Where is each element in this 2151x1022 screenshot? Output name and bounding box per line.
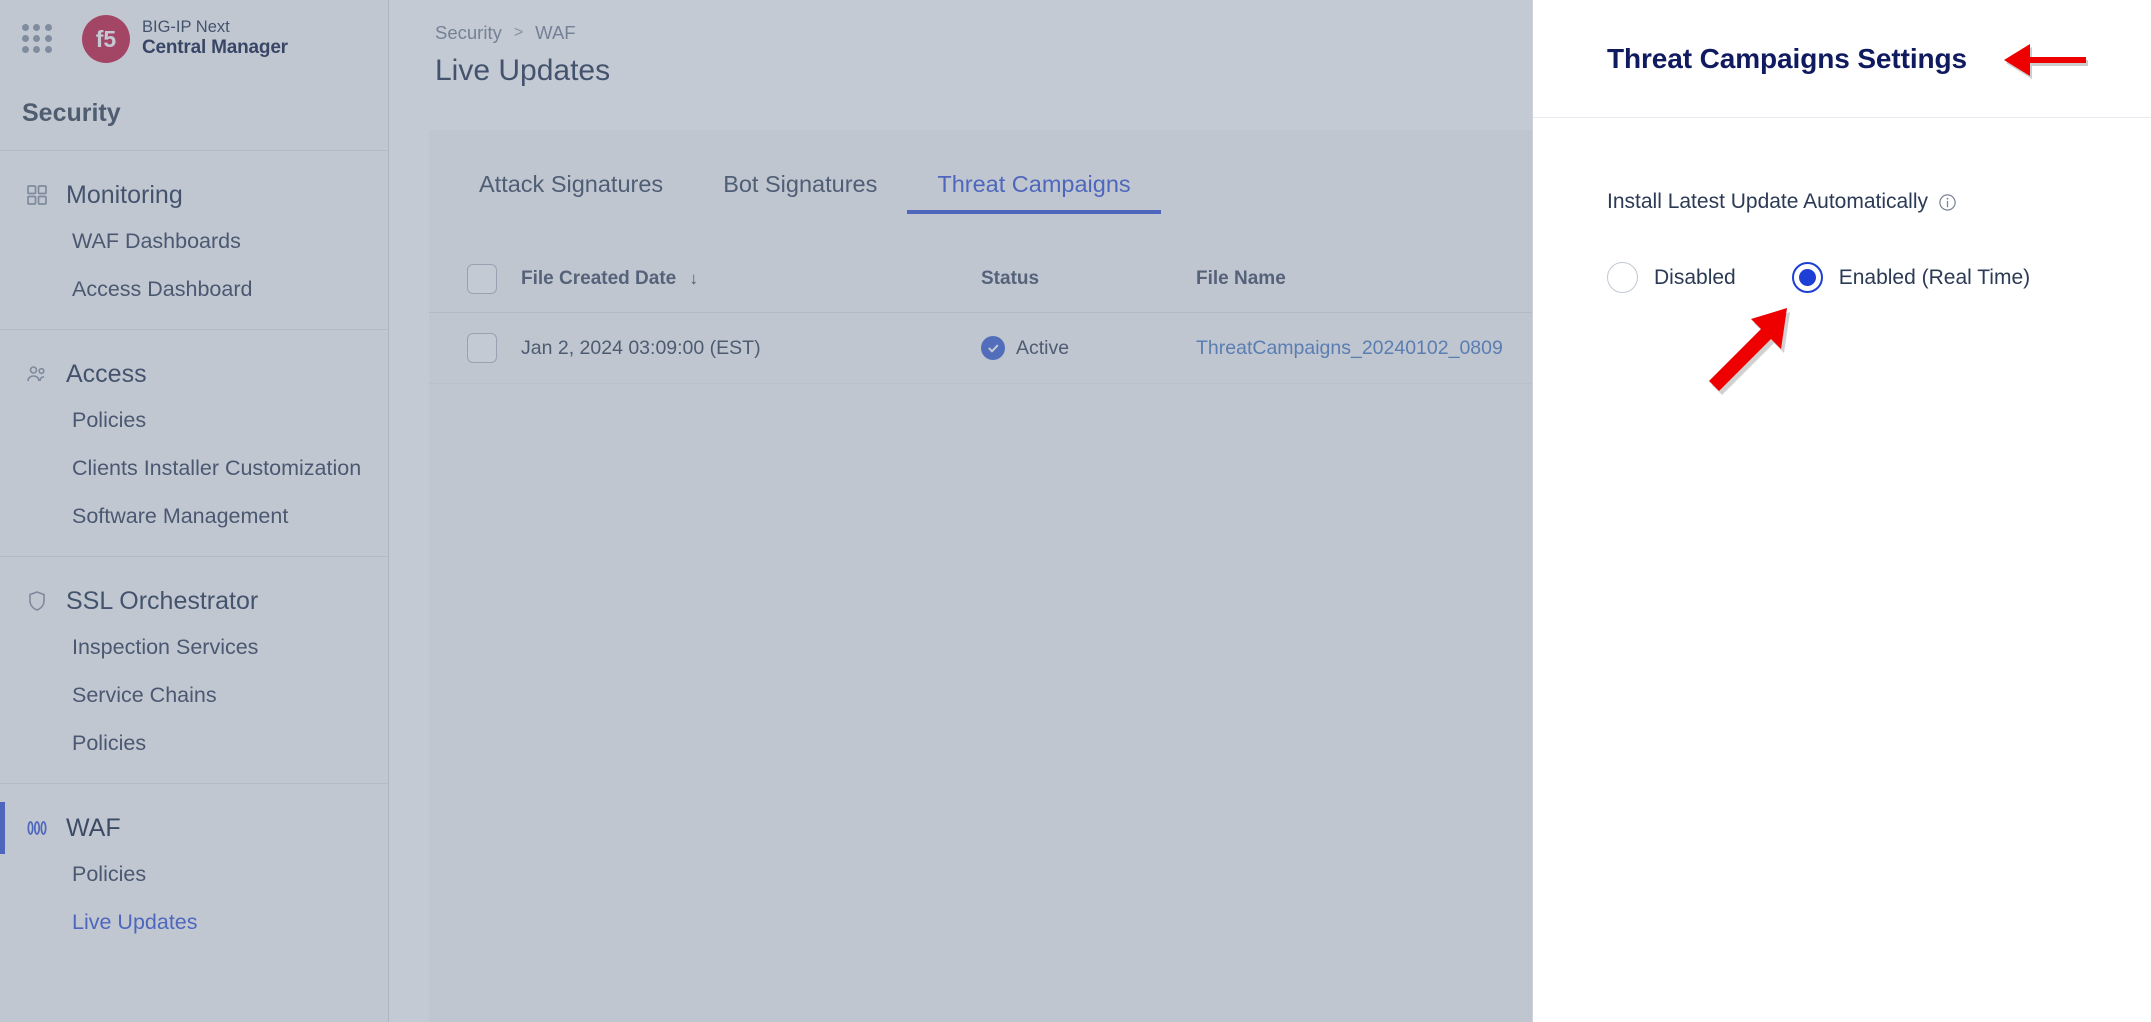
sidebar-item-label: Policies [72,407,147,432]
shield-icon [22,586,52,616]
tab-bot-signatures[interactable]: Bot Signatures [693,171,907,214]
sidebar-item-access-policies[interactable]: Policies [0,396,388,444]
select-all-checkbox[interactable] [467,264,497,294]
radio-label: Enabled (Real Time) [1838,265,2031,289]
sidebar-item-label: Policies [72,861,147,886]
breadcrumb: Security > WAF [389,0,1532,44]
sidebar-item-label: Clients Installer Customization [72,455,362,480]
sidebar-item-waf-dashboards[interactable]: WAF Dashboards [0,217,388,265]
brand-product-line: BIG-IP Next [142,17,230,36]
row-select-cell[interactable] [429,312,521,384]
table-header-status[interactable]: Status [981,250,1196,313]
f5-logo-icon: f5 [82,14,130,63]
tab-label: Attack Signatures [479,171,664,197]
app-background-region: f5 BIG-IP Next Central Manager Security [0,0,1532,1022]
sidebar-item-label: WAF [66,813,121,842]
sidebar-item-service-chains[interactable]: Service Chains [0,671,388,719]
cell-file-created-date: Jan 2, 2024 03:09:00 (EST) [521,312,981,384]
application-window: f5 BIG-IP Next Central Manager Security [0,0,2151,1022]
dashboard-grid-icon [22,180,52,210]
install-update-radio-group: Disabled Enabled (Real Time) [1607,262,2151,293]
breadcrumb-item-waf[interactable]: WAF [535,22,575,44]
tab-attack-signatures[interactable]: Attack Signatures [449,171,693,214]
sidebar-item-ssl-orchestrator[interactable]: SSL Orchestrator [0,579,388,623]
sidebar: f5 BIG-IP Next Central Manager Security [0,0,389,1022]
sidebar-item-label: Service Chains [72,682,217,707]
sidebar-item-label: Live Updates [72,909,198,934]
nav-group-ssl-orchestrator: SSL Orchestrator Inspection Services Ser… [0,557,388,783]
sidebar-item-clients-installer-customization[interactable]: Clients Installer Customization [0,444,388,492]
sidebar-item-software-management[interactable]: Software Management [0,492,388,540]
svg-text:f5: f5 [96,26,117,52]
row-checkbox[interactable] [467,333,497,363]
table-header-select-all[interactable] [429,250,521,313]
tab-label: Bot Signatures [723,171,878,197]
sidebar-item-label: Access Dashboard [72,276,253,301]
panel-title: Threat Campaigns Settings [1607,42,1968,74]
sidebar-item-access-dashboard[interactable]: Access Dashboard [0,265,388,313]
status-badge: Active [1016,336,1070,359]
radio-option-enabled-real-time[interactable]: Enabled (Real Time) [1791,262,2031,293]
column-label: File Created Date [521,268,677,289]
sidebar-item-access[interactable]: Access [0,352,388,396]
threat-campaigns-settings-panel: Threat Campaigns Settings Install Latest… [1532,0,2151,1022]
info-circle-icon[interactable] [1937,192,1957,212]
tab-label: Threat Campaigns [937,171,1131,197]
install-latest-update-label: Install Latest Update Automatically [1607,190,2151,214]
sort-descending-icon[interactable]: ↓ [690,269,699,289]
cell-status: Active [981,312,1196,384]
apps-grid-icon[interactable] [22,23,52,54]
check-circle-icon [981,336,1005,360]
radio-enabled-control[interactable] [1791,262,1823,293]
users-icon [22,359,52,389]
content-card: Attack Signatures Bot Signatures Threat … [429,130,1532,1022]
column-label: Status [981,268,1040,289]
main-content: Security > WAF Live Updates Attack Signa… [389,0,1532,1022]
sidebar-item-label: Monitoring [66,180,183,209]
radio-disabled-control[interactable] [1607,262,1638,293]
breadcrumb-item-security[interactable]: Security [435,22,502,44]
panel-body: Install Latest Update Automatically Disa… [1533,118,2151,293]
cell-file-name: ThreatCampaigns_20240102_0809 [1196,312,1532,384]
panel-header: Threat Campaigns Settings [1533,0,2151,118]
sidebar-item-label: Inspection Services [72,634,259,659]
file-name-link[interactable]: ThreatCampaigns_20240102_0809 [1196,337,1503,359]
tab-threat-campaigns[interactable]: Threat Campaigns [907,171,1162,214]
sidebar-item-monitoring[interactable]: Monitoring [0,173,388,217]
sidebar-item-waf-policies[interactable]: Policies [0,850,388,898]
field-label-text: Install Latest Update Automatically [1607,190,1929,213]
tab-bar: Attack Signatures Bot Signatures Threat … [429,130,1532,214]
live-updates-table: File Created Date ↓ Status File Name Jan… [429,250,1532,384]
page-title: Live Updates [435,54,611,87]
column-label: File Name [1196,268,1286,289]
brand-product-name: Central Manager [142,37,288,59]
waf-bars-icon [22,813,52,843]
file-created-date-value: Jan 2, 2024 03:09:00 (EST) [521,336,761,359]
radio-option-disabled[interactable]: Disabled [1607,262,1736,293]
sidebar-item-label: Access [66,359,147,388]
sidebar-item-label: SSL Orchestrator [66,586,259,615]
sidebar-item-inspection-services[interactable]: Inspection Services [0,623,388,671]
sidebar-item-waf[interactable]: WAF [0,802,388,854]
radio-label: Disabled [1654,265,1736,289]
breadcrumb-separator-icon: > [513,24,524,41]
nav-group-monitoring: Monitoring WAF Dashboards Access Dashboa… [0,151,388,329]
sidebar-item-label: Software Management [72,503,289,528]
table-header-file-created-date[interactable]: File Created Date ↓ [521,250,981,313]
sidebar-item-label: WAF Dashboards [72,228,241,253]
table-header-row: File Created Date ↓ Status File Name [429,250,1532,313]
sidebar-item-label: Policies [72,730,147,755]
nav-group-waf: WAF Policies Live Updates [0,784,388,962]
table-header-file-name[interactable]: File Name [1196,250,1532,313]
table-row[interactable]: Jan 2, 2024 03:09:00 (EST) Active Threat… [429,312,1532,384]
sidebar-section-title: Security [22,99,121,127]
nav-group-access: Access Policies Clients Installer Custom… [0,330,388,556]
brand-header: f5 BIG-IP Next Central Manager [0,0,388,77]
sidebar-item-live-updates[interactable]: Live Updates [0,898,388,946]
sidebar-item-sslo-policies[interactable]: Policies [0,719,388,767]
